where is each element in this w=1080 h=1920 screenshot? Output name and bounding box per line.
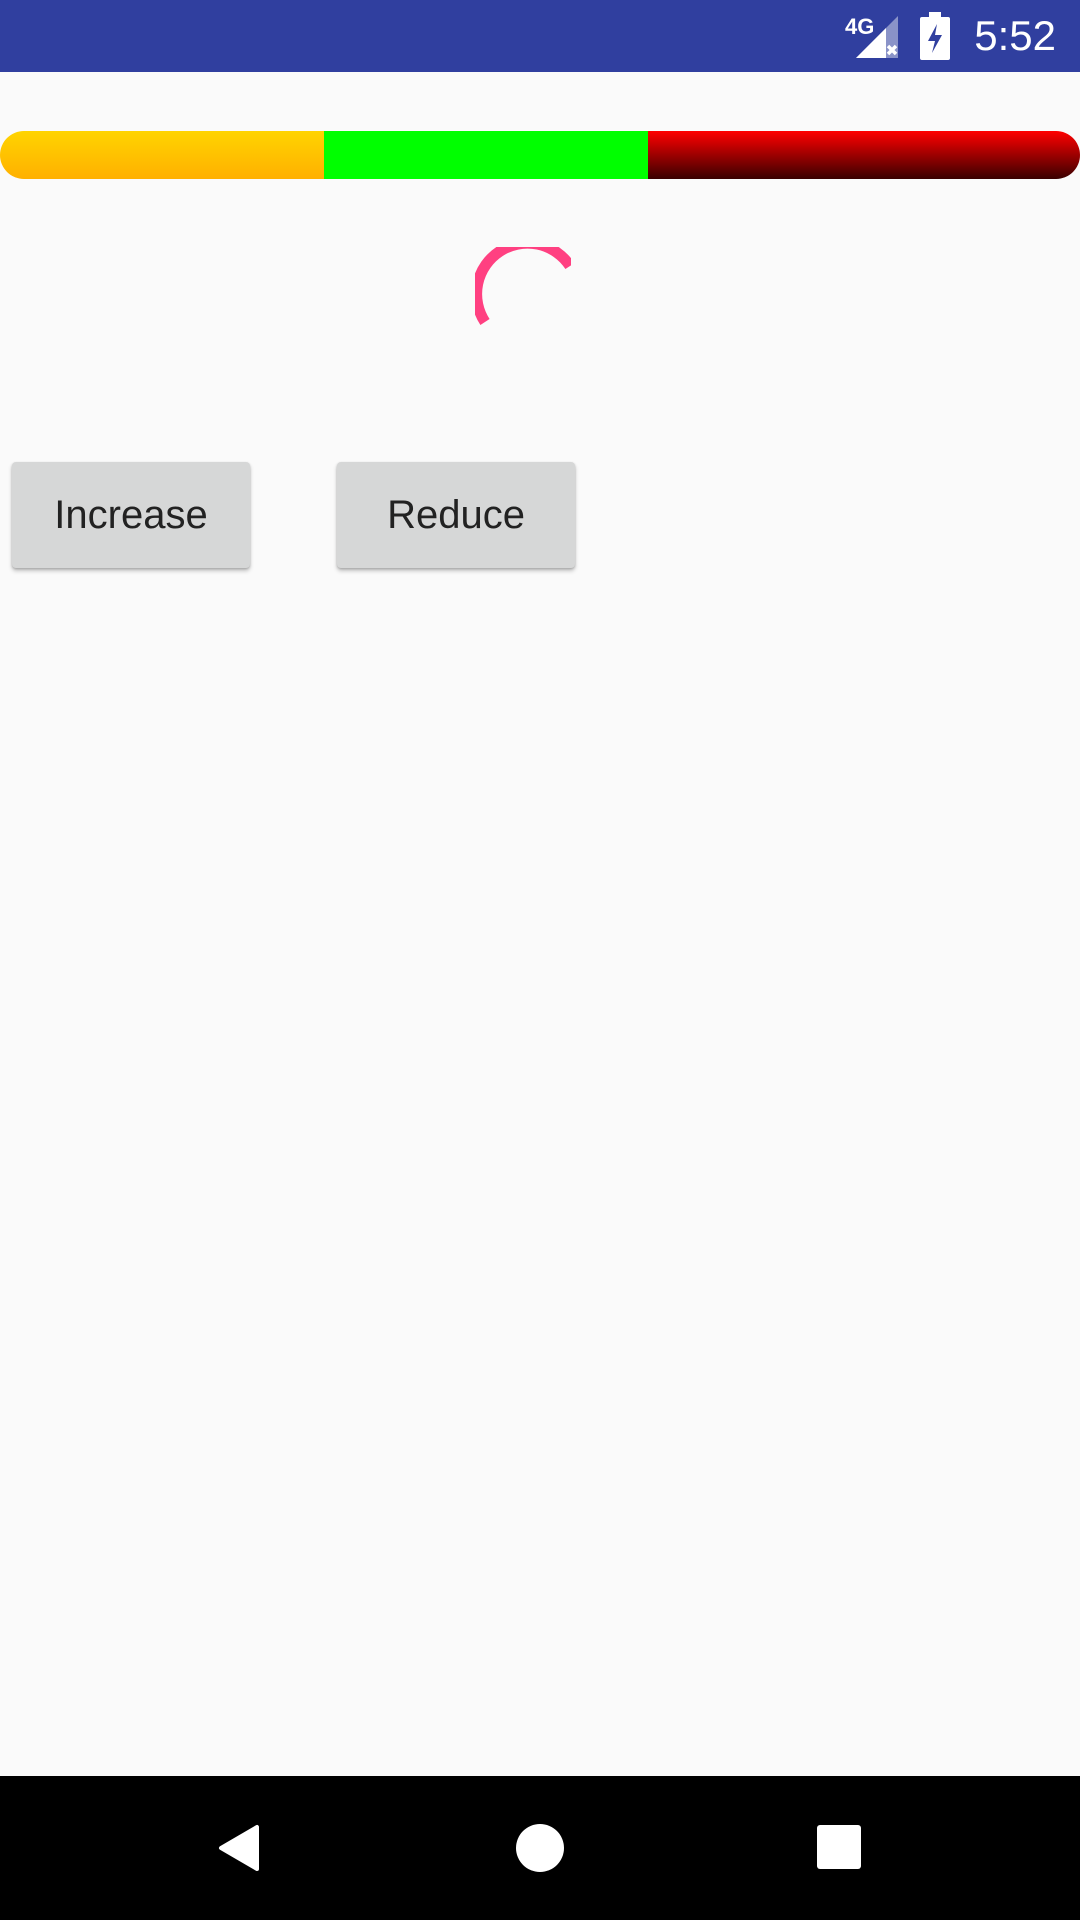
- progress-segment-green: [324, 131, 648, 179]
- increase-button[interactable]: Increase: [12, 462, 250, 568]
- recents-button[interactable]: [768, 1776, 912, 1920]
- status-clock: 5:52: [974, 12, 1056, 59]
- signal-icon: [856, 16, 898, 58]
- home-icon: [516, 1824, 564, 1872]
- loading-spinner-icon: [475, 247, 571, 326]
- progress-segment-yellow: [0, 131, 324, 179]
- battery-charging-icon: [920, 12, 950, 60]
- reduce-button[interactable]: Reduce: [337, 462, 575, 568]
- recents-icon: [817, 1825, 861, 1869]
- navigation-bar: [0, 1776, 1080, 1920]
- back-button[interactable]: [168, 1776, 312, 1920]
- progress-segment-red: [648, 131, 1080, 179]
- back-icon: [219, 1825, 259, 1871]
- status-bar: 4G 5:52: [0, 0, 1080, 72]
- home-button[interactable]: [468, 1776, 612, 1920]
- segmented-progress-bar: [0, 131, 1080, 179]
